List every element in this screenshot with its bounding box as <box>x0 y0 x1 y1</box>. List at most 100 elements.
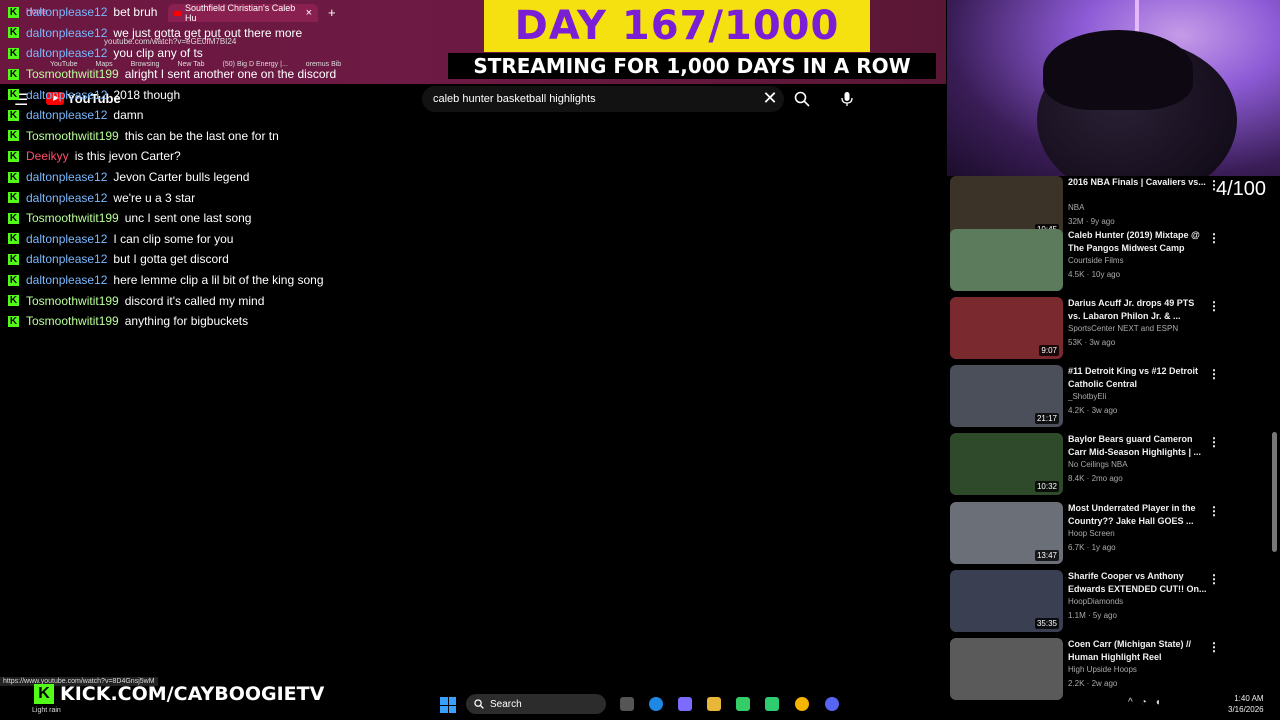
search-query: caleb hunter basketball highlights <box>433 93 596 105</box>
app-icon[interactable] <box>765 697 779 711</box>
clock[interactable]: 1:40 AM 3/16/2026 <box>1228 693 1264 715</box>
video-duration: 21:17 <box>1034 413 1059 424</box>
video-channel[interactable]: HoopDiamonds <box>1068 597 1123 606</box>
more-options-icon[interactable]: ⋮ <box>1208 367 1220 381</box>
chat-message: K Tosmoothwitit199 unc I sent one last son… <box>8 208 428 229</box>
chat-text: Jevon Carter bulls legend <box>113 170 250 185</box>
more-options-icon[interactable]: ⋮ <box>1208 572 1220 586</box>
chat-message: Kdaltonplease12 we're u a 3 star <box>8 187 428 208</box>
video-title[interactable]: Sharife Cooper vs Anthony Edwards EXTEND… <box>1068 570 1208 596</box>
discord-icon[interactable] <box>825 697 839 711</box>
clear-search-icon[interactable]: ✕ <box>760 88 780 108</box>
volume-icon[interactable]: ◖ <box>1155 697 1161 708</box>
chat-username: daltonplease12 <box>26 273 108 288</box>
video-card[interactable]: 9:07 Darius Acuff Jr. drops 49 PTS vs. La… <box>950 297 1250 361</box>
edge-icon[interactable] <box>649 697 663 711</box>
kick-badge-icon: K <box>8 47 19 59</box>
task-view-icon[interactable] <box>620 697 634 711</box>
video-thumbnail[interactable]: 21:17 <box>950 365 1063 427</box>
video-channel[interactable]: _ShotbyEli <box>1068 392 1106 401</box>
network-icon[interactable]: ◔ <box>1141 697 1147 708</box>
chrome-icon[interactable] <box>795 697 809 711</box>
chat-text: 2018 though <box>113 87 181 102</box>
video-thumbnail[interactable]: 9:07 <box>950 297 1063 359</box>
taskbar <box>0 690 1280 720</box>
search-input[interactable]: caleb hunter basketball highlights <box>422 86 784 112</box>
video-thumbnail[interactable]: 13:47 <box>950 502 1063 564</box>
chat-text: discord it's called my mind <box>124 293 265 308</box>
more-options-icon[interactable]: ⋮ <box>1208 178 1220 192</box>
chat-text: is this jevon Carter? <box>74 149 181 164</box>
video-thumbnail[interactable]: 35:35 <box>950 570 1063 632</box>
chat-message: Kdaltonplease12 but I gotta get discord <box>8 249 428 270</box>
video-thumbnail[interactable] <box>950 229 1063 291</box>
video-card[interactable]: Caleb Hunter (2019) Mixtape @ The Pangos… <box>950 229 1250 293</box>
video-title[interactable]: Darius Acuff Jr. drops 49 PTS vs. Labaro… <box>1068 297 1208 323</box>
video-channel[interactable]: No Ceilings NBA <box>1068 460 1128 469</box>
video-channel[interactable]: Courtside Films <box>1068 256 1124 265</box>
video-title[interactable]: Coen Carr (Michigan State) // Human High… <box>1068 638 1208 664</box>
video-title[interactable]: Baylor Bears guard Cameron Carr Mid-Seas… <box>1068 433 1208 459</box>
voice-search-button[interactable] <box>834 86 860 112</box>
chat-text: this can be the last one for tn <box>124 128 279 143</box>
more-options-icon[interactable]: ⋮ <box>1208 504 1220 518</box>
kick-badge-icon: K <box>8 233 19 245</box>
more-options-icon[interactable]: ⋮ <box>1208 231 1220 245</box>
file-explorer-icon[interactable] <box>707 697 721 711</box>
video-meta: 32M · 9y ago <box>1068 217 1115 226</box>
chat-text: we just gotta get put out there more <box>113 25 303 40</box>
video-title[interactable]: Caleb Hunter (2019) Mixtape @ The Pangos… <box>1068 229 1208 255</box>
kick-badge-icon: K <box>8 68 19 80</box>
video-channel[interactable]: NBA <box>1068 203 1084 212</box>
video-duration: 35:35 <box>1034 618 1059 629</box>
kick-badge-icon: K <box>8 212 19 224</box>
video-meta: 2.2K · 2w ago <box>1068 679 1118 688</box>
chat-username: daltonplease12 <box>26 46 108 61</box>
video-title[interactable]: 2016 NBA Finals | Cavaliers vs... <box>1068 176 1208 189</box>
more-options-icon[interactable]: ⋮ <box>1208 640 1220 654</box>
taskbar-search[interactable]: Search <box>466 694 606 714</box>
taskbar-search-label: Search <box>490 698 522 710</box>
kick-badge-icon: K <box>8 295 19 307</box>
chat-message: Kdaltonplease12 damn <box>8 105 428 126</box>
chevron-up-icon[interactable]: ^ <box>1128 697 1133 708</box>
video-thumbnail[interactable]: 10:32 <box>950 433 1063 495</box>
chat-message: Kdaltonplease12 Jevon Carter bulls legend <box>8 167 428 188</box>
chat-message: Kdaltonplease12 bet bruh <box>8 2 428 23</box>
chat-message: K Tosmoothwitit199 discord it's called my … <box>8 290 428 311</box>
more-options-icon[interactable]: ⋮ <box>1208 435 1220 449</box>
chat-message: K Deeikyy is this jevon Carter? <box>8 146 428 167</box>
video-duration: 9:07 <box>1039 345 1059 356</box>
video-meta: 4.5K · 10y ago <box>1068 270 1121 279</box>
video-card[interactable]: 21:17 #11 Detroit King vs #12 Detroit Cat… <box>950 365 1250 429</box>
video-meta: 8.4K · 2mo ago <box>1068 474 1123 483</box>
chat-message: K Tosmoothwitit199 this can be the last on… <box>8 126 428 147</box>
kick-badge-icon: K <box>8 130 19 142</box>
copilot-icon[interactable] <box>678 697 692 711</box>
video-channel[interactable]: High Upside Hoops <box>1068 665 1137 674</box>
system-tray[interactable]: ^ ◔ ◖ <box>1128 697 1161 708</box>
chat-text: but I gotta get discord <box>113 252 229 267</box>
video-meta: 6.7K · 1y ago <box>1068 543 1116 552</box>
weather-widget[interactable]: Light rain <box>32 707 61 714</box>
scrollbar[interactable] <box>1272 432 1277 552</box>
chat-username: daltonplease12 <box>26 252 108 267</box>
video-card[interactable]: 35:35 Sharife Cooper vs Anthony Edwards E… <box>950 570 1250 634</box>
video-channel[interactable]: Hoop Screen <box>1068 529 1115 538</box>
chat-overlay: Kdaltonplease12 bet bruh Kdaltonplease12 we… <box>8 2 428 332</box>
chat-text: alright I sent another one on the discor… <box>124 67 337 82</box>
kick-badge-icon: K <box>8 171 19 183</box>
chat-username: Tosmoothwitit199 <box>26 67 119 82</box>
kick-badge-icon: K <box>8 27 19 39</box>
more-options-icon[interactable]: ⋮ <box>1208 299 1220 313</box>
kick-badge-icon: K <box>8 274 19 286</box>
video-card[interactable]: 13:47 Most Underrated Player in the Count… <box>950 502 1250 566</box>
search-icon <box>794 91 810 107</box>
video-title[interactable]: Most Underrated Player in the Country?? … <box>1068 502 1208 528</box>
store-icon[interactable] <box>736 697 750 711</box>
windows-start-icon[interactable] <box>440 697 456 713</box>
search-button[interactable] <box>788 86 816 112</box>
video-title[interactable]: #11 Detroit King vs #12 Detroit Catholic… <box>1068 365 1208 391</box>
video-card[interactable]: 10:32 Baylor Bears guard Cameron Carr Mid… <box>950 433 1250 497</box>
video-channel[interactable]: SportsCenter NEXT and ESPN <box>1068 324 1178 333</box>
